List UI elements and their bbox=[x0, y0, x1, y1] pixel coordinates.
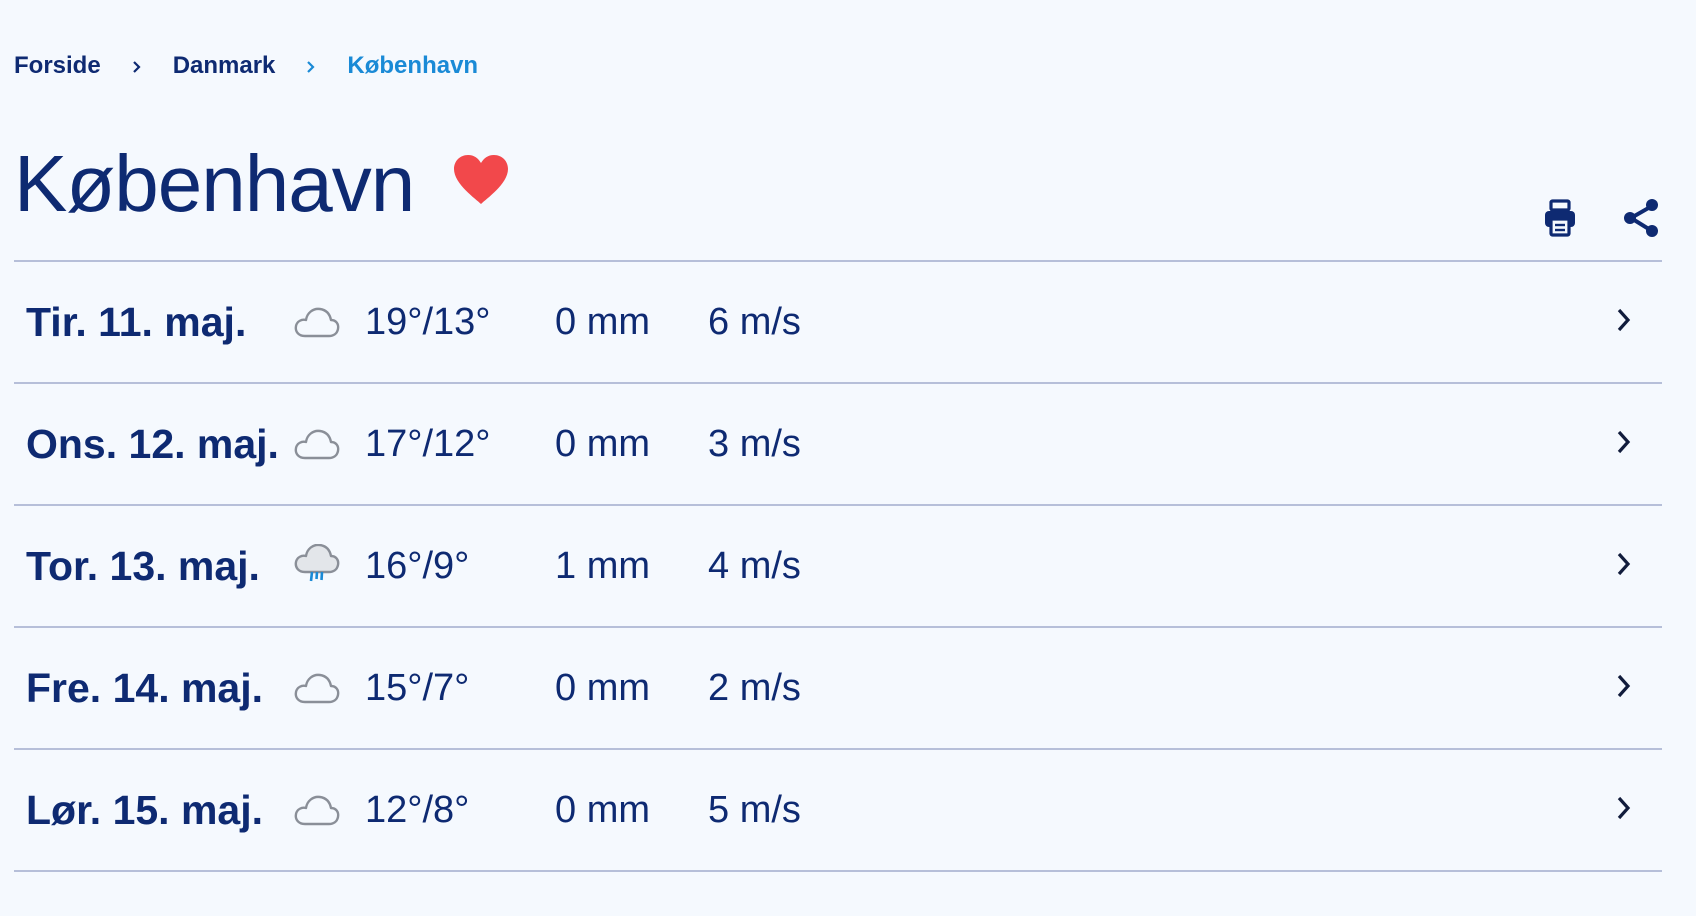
cloud-icon bbox=[293, 792, 341, 833]
page: Forside Danmark København København Tir.… bbox=[0, 0, 1696, 916]
forecast-precipitation: 0 mm bbox=[555, 422, 650, 465]
heart-icon[interactable] bbox=[452, 154, 510, 211]
title-row: København bbox=[14, 136, 510, 232]
chevron-right-icon[interactable] bbox=[1616, 795, 1632, 826]
print-icon[interactable] bbox=[1543, 199, 1577, 242]
forecast-day: Lør. 15. maj. bbox=[26, 786, 263, 833]
forecast-temperature: 15°/7° bbox=[365, 666, 470, 709]
forecast-temperature: 12°/8° bbox=[365, 788, 470, 831]
forecast-day: Fre. 14. maj. bbox=[26, 664, 264, 711]
chevron-right-icon bbox=[275, 53, 347, 79]
forecast-row-2[interactable]: Ons. 12. maj. 17°/12° 0 mm 3 m/s bbox=[14, 384, 1662, 506]
forecast-wind: 2 m/s bbox=[708, 666, 801, 709]
rain-cloud-icon bbox=[293, 543, 341, 589]
forecast-row-3[interactable]: Tor. 13. maj. 16°/9° 1 mm 4 m/s bbox=[14, 506, 1662, 628]
forecast-row-4[interactable]: Fre. 14. maj. 15°/7° 0 mm 2 m/s bbox=[14, 628, 1662, 750]
forecast-temperature: 16°/9° bbox=[365, 544, 470, 587]
page-title: København bbox=[14, 139, 415, 228]
cloud-icon bbox=[293, 304, 341, 345]
forecast-precipitation: 0 mm bbox=[555, 788, 650, 831]
breadcrumb-current: København bbox=[347, 52, 479, 79]
chevron-right-icon[interactable] bbox=[1616, 429, 1632, 460]
toolbar bbox=[1498, 198, 1660, 243]
forecast-wind: 3 m/s bbox=[708, 422, 801, 465]
chevron-right-icon[interactable] bbox=[1616, 673, 1632, 704]
forecast-day: Ons. 12. maj. bbox=[26, 420, 279, 467]
forecast-row-1[interactable]: Tir. 11. maj. 19°/13° 0 mm 6 m/s bbox=[14, 262, 1662, 384]
breadcrumb-danmark[interactable]: Danmark bbox=[173, 52, 276, 80]
forecast-wind: 6 m/s bbox=[708, 300, 801, 343]
forecast-wind: 4 m/s bbox=[708, 544, 801, 587]
forecast-temperature: 17°/12° bbox=[365, 422, 491, 465]
forecast-precipitation: 0 mm bbox=[555, 300, 650, 343]
forecast-precipitation: 1 mm bbox=[555, 544, 650, 587]
breadcrumb-forside[interactable]: Forside bbox=[14, 52, 101, 80]
forecast-day: Tir. 11. maj. bbox=[26, 298, 247, 345]
share-icon[interactable] bbox=[1622, 198, 1660, 243]
forecast-precipitation: 0 mm bbox=[555, 666, 650, 709]
cloud-icon bbox=[293, 426, 341, 467]
forecast-row-5[interactable]: Lør. 15. maj. 12°/8° 0 mm 5 m/s bbox=[14, 750, 1662, 872]
forecast-wind: 5 m/s bbox=[708, 788, 801, 831]
breadcrumb: Forside Danmark København bbox=[14, 52, 478, 80]
cloud-icon bbox=[293, 670, 341, 711]
chevron-right-icon[interactable] bbox=[1616, 307, 1632, 338]
chevron-right-icon[interactable] bbox=[1616, 551, 1632, 582]
forecast-temperature: 19°/13° bbox=[365, 300, 491, 343]
forecast-list: Tir. 11. maj. 19°/13° 0 mm 6 m/s Ons. 12… bbox=[14, 260, 1662, 872]
chevron-right-icon bbox=[101, 53, 173, 79]
forecast-day: Tor. 13. maj. bbox=[26, 542, 260, 589]
